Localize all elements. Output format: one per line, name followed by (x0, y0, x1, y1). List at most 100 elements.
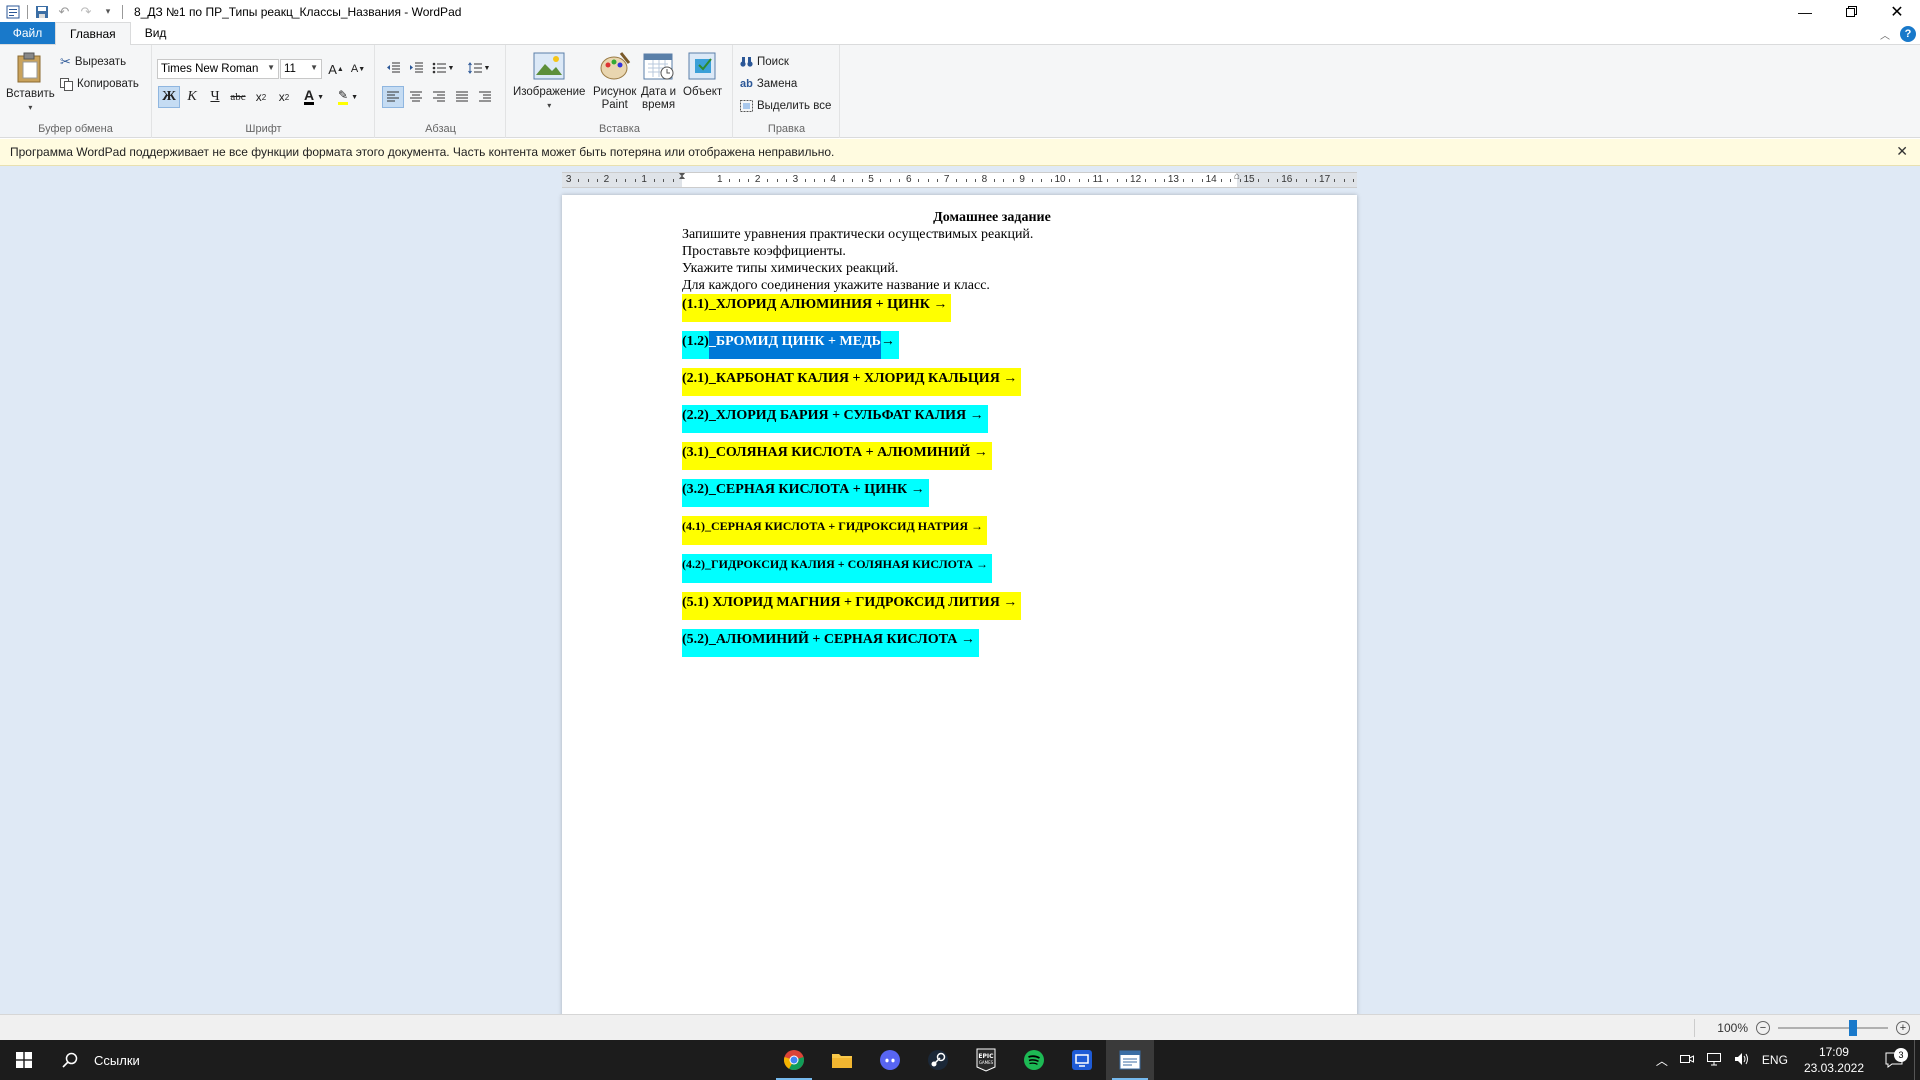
help-icon[interactable]: ? (1900, 26, 1916, 42)
epic-games-icon[interactable]: EPIC GAMES (962, 1040, 1010, 1080)
cut-button[interactable]: ✂ Вырезать (60, 52, 126, 72)
insert-datetime-button[interactable]: Дата и время (641, 49, 676, 112)
notification-center-button[interactable]: 3 (1874, 1048, 1914, 1068)
ruler-number: 2 (603, 174, 610, 185)
font-size-select[interactable]: 11 ▼ (280, 59, 322, 79)
svg-text:EPIC: EPIC (978, 1053, 994, 1060)
font-group-label: Шрифт (245, 123, 282, 135)
minimize-button[interactable]: — (1782, 0, 1828, 23)
spotify-icon[interactable] (1010, 1040, 1058, 1080)
replace-label: Замена (756, 78, 798, 90)
document-page[interactable]: Домашнее задание Запишите уравнения прак… (562, 195, 1357, 1014)
ruler-tick (974, 179, 976, 182)
undo-icon[interactable]: ↶ (53, 1, 75, 23)
font-family-select[interactable]: Times New Roman ▼ (157, 59, 279, 79)
minimize-ribbon-icon[interactable]: ︿ (1880, 27, 1890, 42)
object-label: Объект (683, 86, 723, 98)
strikethrough-button[interactable]: abc (227, 86, 249, 108)
document-workspace[interactable]: 3 2 1 1 2 3 4 5 6 7 8 9 10 11 12 13 14 15 16 17 ⧗ ⌂ Домашне… (0, 166, 1920, 1014)
redo-icon[interactable]: ↷ (75, 1, 97, 23)
window-title: 8_ДЗ №1 по ПР_Типы реакц_Классы_Названия… (134, 4, 462, 19)
line-spacing-icon[interactable]: ▼ (464, 57, 494, 79)
shrink-font-icon[interactable]: A ▼ (347, 58, 369, 80)
bold-button[interactable]: Ж (158, 86, 180, 108)
paragraph-settings-icon[interactable] (474, 86, 496, 108)
align-right-icon[interactable] (428, 86, 450, 108)
replace-button[interactable]: ab Замена (740, 74, 797, 94)
align-left-icon[interactable] (382, 86, 404, 108)
underline-button[interactable]: Ч (204, 86, 226, 108)
ruler-tick (842, 179, 844, 182)
reaction-line: (2.2)_ХЛОРИД БАРИЯ + СУЛЬФАТ КАЛИЯ → (682, 405, 1242, 433)
show-desktop-button[interactable] (1914, 1040, 1920, 1080)
meet-now-icon[interactable] (1674, 1053, 1700, 1068)
justify-icon[interactable] (451, 86, 473, 108)
align-center-icon[interactable] (405, 86, 427, 108)
superscript-icon[interactable]: x2 (273, 86, 295, 108)
start-button[interactable] (0, 1040, 48, 1080)
decrease-indent-icon[interactable] (382, 57, 404, 79)
tab-home[interactable]: Главная (55, 22, 131, 45)
select-all-button[interactable]: Выделить все (740, 96, 831, 116)
copy-button[interactable]: Копировать (60, 74, 139, 94)
save-icon[interactable] (31, 1, 53, 23)
italic-button[interactable]: К (181, 86, 203, 108)
clock[interactable]: 17:09 23.03.2022 (1794, 1044, 1874, 1076)
highlight-color-button[interactable]: ✎ ▼ (333, 86, 363, 108)
ruler-tick (625, 179, 627, 182)
steam-icon[interactable] (914, 1040, 962, 1080)
zoom-in-icon[interactable]: + (1896, 1021, 1910, 1035)
ruler-number: 9 (1019, 174, 1025, 185)
insert-paint-button[interactable]: Рисунок Paint (593, 49, 636, 112)
font-color-button[interactable]: A ▼ (299, 86, 329, 108)
tab-file[interactable]: Файл (0, 22, 55, 44)
paste-button[interactable]: Вставить ▾ (6, 51, 55, 114)
reaction-line: (3.2)_СЕРНАЯ КИСЛОТА + ЦИНК → (682, 479, 1242, 507)
subscript-icon[interactable]: x2 (250, 86, 272, 108)
ruler-tick (1352, 179, 1354, 182)
ruler-tick (956, 179, 958, 182)
customize-qat-icon[interactable]: ▾ (97, 1, 119, 23)
find-button[interactable]: Поиск (740, 52, 789, 72)
increase-indent-icon[interactable] (405, 57, 427, 79)
remote-app-icon[interactable] (1058, 1040, 1106, 1080)
clipboard-group: Вставить ▾ ✂ Вырезать Копировать Буфер о… (0, 45, 152, 138)
svg-text:GAMES: GAMES (979, 1060, 994, 1065)
font-group: Times New Roman ▼ 11 ▼ A ▲ A ▼ Ж К Ч abc x… (153, 45, 375, 138)
insert-image-button[interactable]: Изображение ▾ (513, 49, 585, 112)
restore-button[interactable] (1828, 0, 1874, 23)
ruler-number: 13 (1167, 174, 1179, 185)
reaction-text: (4.1)_СЕРНАЯ КИСЛОТА + ГИДРОКСИД НАТРИЯ … (682, 516, 988, 545)
language-indicator[interactable]: ENG (1756, 1053, 1794, 1067)
network-icon[interactable] (1700, 1052, 1728, 1069)
folder-icon[interactable] (818, 1040, 866, 1080)
right-indent-marker[interactable]: ⌂ (1232, 172, 1242, 189)
grow-font-icon[interactable]: A ▲ (325, 58, 347, 80)
close-button[interactable]: ✕ (1874, 0, 1920, 23)
select-all-label: Выделить все (757, 100, 832, 112)
taskbar-search[interactable]: Ссылки (48, 1040, 140, 1080)
ruler-number: 7 (943, 174, 950, 185)
infobar-message: Программа WordPad поддерживает не все фу… (10, 145, 835, 159)
insert-object-button[interactable]: Объект (683, 49, 722, 99)
object-icon (686, 49, 720, 83)
ruler[interactable]: 3 2 1 1 2 3 4 5 6 7 8 9 10 11 12 13 14 15 16 17 ⧗ ⌂ (562, 172, 1357, 188)
bullets-icon[interactable]: ▼ (428, 57, 458, 79)
cut-label: Вырезать (74, 56, 127, 68)
zoom-level[interactable]: 100% (1717, 1021, 1748, 1035)
wordpad-app-icon[interactable] (2, 1, 24, 23)
chevron-up-icon[interactable]: ︿ (1650, 1052, 1674, 1069)
chrome-icon[interactable] (770, 1040, 818, 1080)
volume-icon[interactable] (1728, 1052, 1756, 1069)
tab-view[interactable]: Вид (131, 22, 181, 44)
wordpad-icon[interactable] (1106, 1040, 1154, 1080)
zoom-out-icon[interactable]: − (1756, 1021, 1770, 1035)
discord-icon[interactable] (866, 1040, 914, 1080)
ruler-tick (899, 179, 901, 182)
calendar-icon (642, 49, 676, 83)
close-icon[interactable]: ✕ (1896, 143, 1908, 160)
left-indent-marker[interactable]: ⧗ (677, 172, 687, 189)
document-content[interactable]: Домашнее задание Запишите уравнения прак… (682, 209, 1242, 657)
zoom-slider[interactable] (1778, 1020, 1888, 1036)
zoom-slider-thumb[interactable] (1849, 1020, 1857, 1036)
